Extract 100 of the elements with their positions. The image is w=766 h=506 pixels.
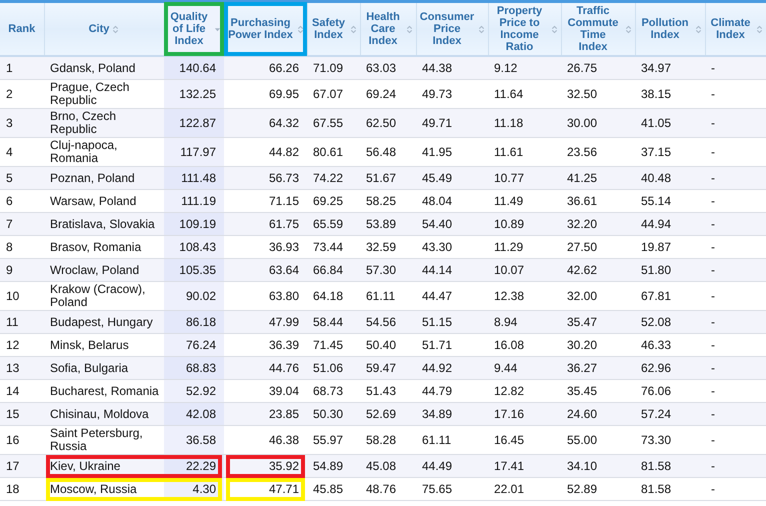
table-cell: 111.48 — [164, 166, 224, 190]
table-cell: - — [705, 402, 766, 426]
table-cell: 46.38 — [224, 426, 307, 454]
table-cell: 69.95 — [224, 80, 307, 108]
table-cell: 75.65 — [416, 478, 488, 500]
table-cell: 2 — [0, 80, 44, 108]
table-cell: - — [705, 380, 766, 402]
table-cell: 41.05 — [635, 108, 705, 138]
table-cell: 117.97 — [164, 138, 224, 166]
table-cell: 63.03 — [360, 56, 416, 80]
table-cell: 42.08 — [164, 402, 224, 426]
table-cell: 37.15 — [635, 138, 705, 166]
table-cell: 15 — [0, 402, 44, 426]
table-cell: 66.84 — [307, 258, 360, 282]
table-cell: 44.79 — [416, 380, 488, 402]
table-cell: 49.71 — [416, 108, 488, 138]
table-cell: 80.61 — [307, 138, 360, 166]
table-cell: 45.85 — [307, 478, 360, 500]
table-cell: 44.92 — [416, 356, 488, 380]
table-cell: - — [705, 138, 766, 166]
table-cell: 18 — [0, 478, 44, 500]
table-cell: 67.81 — [635, 282, 705, 310]
table-cell: Krakow (Cracow), Poland — [44, 282, 164, 310]
column-header[interactable]: City — [88, 23, 120, 35]
table-cell: 36.39 — [224, 334, 307, 356]
table-cell: 69.24 — [360, 80, 416, 108]
table-cell: 12 — [0, 334, 44, 356]
table-cell: 58.28 — [360, 426, 416, 454]
table-cell: 6 — [0, 190, 44, 212]
sort-icon — [550, 24, 558, 34]
table-cell: 74.22 — [307, 166, 360, 190]
sort-icon — [296, 24, 304, 34]
table-cell: 1 — [0, 56, 44, 80]
table-cell: 32.20 — [561, 212, 635, 236]
table-cell: 76.24 — [164, 334, 224, 356]
table-cell: 46.33 — [635, 334, 705, 356]
sort-icon — [112, 24, 120, 34]
sort-icon — [478, 24, 484, 34]
table-cell: 58.44 — [307, 310, 360, 334]
table-cell: 57.24 — [635, 402, 705, 426]
table-cell: 71.15 — [224, 190, 307, 212]
table-cell: 11.49 — [488, 190, 561, 212]
table-cell: 23.85 — [224, 402, 307, 426]
table-cell: 54.40 — [416, 212, 488, 236]
table-cell: Wroclaw, Poland — [44, 258, 164, 282]
table-cell: 51.43 — [360, 380, 416, 402]
table-cell: 30.00 — [561, 108, 635, 138]
table-cell: 3 — [0, 108, 44, 138]
table-cell: 35.47 — [561, 310, 635, 334]
table-cell: 71.09 — [307, 56, 360, 80]
table-cell: 16.45 — [488, 426, 561, 454]
sort-icon — [624, 24, 632, 34]
table-cell: 86.18 — [164, 310, 224, 334]
table-cell: 44.82 — [224, 138, 307, 166]
table-cell: 17.16 — [488, 402, 561, 426]
table-cell: Sofia, Bulgaria — [44, 356, 164, 380]
table-cell: 41.25 — [561, 166, 635, 190]
sort-icon — [406, 24, 412, 34]
table-cell: 34.89 — [416, 402, 488, 426]
table-cell: 51.71 — [416, 334, 488, 356]
column-header[interactable]: Rank — [8, 23, 36, 35]
table-cell: Warsaw, Poland — [44, 190, 164, 212]
table-cell: 48.76 — [360, 478, 416, 500]
table-cell: - — [705, 166, 766, 190]
table-cell: 4 — [0, 138, 44, 166]
table-cell: 40.48 — [635, 166, 705, 190]
table-cell: - — [705, 190, 766, 212]
table-cell: 39.04 — [224, 380, 307, 402]
table-cell: Poznan, Poland — [44, 166, 164, 190]
table-cell: Brasov, Romania — [44, 236, 164, 258]
table-cell: 68.73 — [307, 380, 360, 402]
table-cell: Minsk, Belarus — [44, 334, 164, 356]
table-cell: 76.06 — [635, 380, 705, 402]
table-cell: 61.75 — [224, 212, 307, 236]
table-cell: 5 — [0, 166, 44, 190]
table-cell: 48.04 — [416, 190, 488, 212]
table-cell: 44.94 — [635, 212, 705, 236]
table-cell: 49.73 — [416, 80, 488, 108]
table-cell: 90.02 — [164, 282, 224, 310]
table-cell: 64.18 — [307, 282, 360, 310]
table-cell: - — [705, 310, 766, 334]
table-cell: 55.00 — [561, 426, 635, 454]
table-cell: 56.73 — [224, 166, 307, 190]
table-cell: 30.20 — [561, 334, 635, 356]
table-cell: 36.93 — [224, 236, 307, 258]
table-cell: 14 — [0, 380, 44, 402]
table-cell: 109.19 — [164, 212, 224, 236]
table-cell: - — [705, 282, 766, 310]
table-cell: Cluj-napoca, Romania — [44, 138, 164, 166]
table-cell: 62.96 — [635, 356, 705, 380]
table-cell: 32.59 — [360, 236, 416, 258]
table-cell: 10.07 — [488, 258, 561, 282]
table-cell: 44.38 — [416, 56, 488, 80]
table-cell: - — [705, 212, 766, 236]
table-cell: 73.44 — [307, 236, 360, 258]
table-cell: 105.35 — [164, 258, 224, 282]
table-cell: 44.47 — [416, 282, 488, 310]
table-cell: 81.58 — [635, 478, 705, 500]
sort-icon — [694, 24, 702, 34]
table-cell: 69.25 — [307, 190, 360, 212]
